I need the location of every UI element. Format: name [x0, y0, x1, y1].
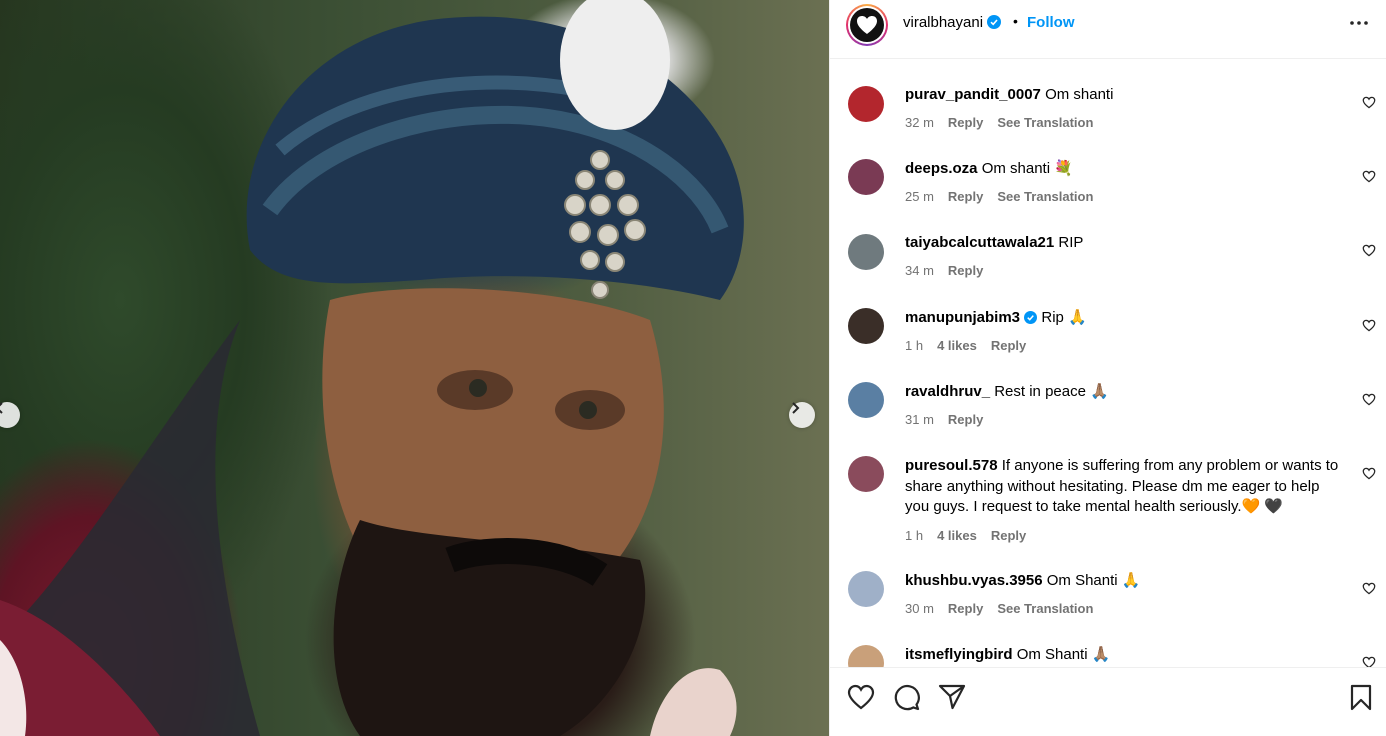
comment-text: purav_pandit_0007 Om shanti: [905, 85, 1345, 106]
author-avatar[interactable]: [846, 4, 888, 46]
comment-time: 30 m: [905, 601, 934, 616]
post-header: viralbhayani • Follow: [830, 0, 1386, 59]
comment-content: Om Shanti 🙏🏽: [1016, 646, 1111, 663]
post-actions-bar: [830, 667, 1386, 736]
comment-icon[interactable]: [893, 684, 920, 711]
comment-content: Om shanti: [1045, 86, 1114, 103]
comment-like-icon[interactable]: [1362, 393, 1376, 411]
send-icon[interactable]: [938, 684, 966, 710]
comment-text: ravaldhruv_ Rest in peace 🙏🏽: [905, 382, 1345, 403]
comment-like-icon[interactable]: [1362, 582, 1376, 600]
author-username[interactable]: viralbhayani: [903, 14, 1002, 33]
commenter-username[interactable]: purav_pandit_0007: [905, 86, 1041, 103]
comment-text: itsmeflyingbird Om Shanti 🙏🏽: [905, 645, 1345, 666]
comment-time: 1 h: [905, 338, 924, 353]
commenter-username[interactable]: itsmeflyingbird: [905, 646, 1013, 663]
comment-like-icon[interactable]: [1362, 467, 1376, 485]
comment-time: 25 m: [905, 189, 934, 204]
comment-meta: 30 m Reply See Translation: [905, 601, 1107, 616]
commenter-username[interactable]: deeps.oza: [905, 160, 978, 177]
commenter-avatar[interactable]: [848, 382, 884, 418]
commenter-avatar[interactable]: [848, 159, 884, 195]
commenter-username[interactable]: ravaldhruv_: [905, 383, 990, 400]
verified-badge-icon: [987, 15, 1002, 33]
comment-meta: 32 m Reply See Translation: [905, 115, 1107, 130]
commenter-avatar[interactable]: [848, 234, 884, 270]
comment-time: 34 m: [905, 263, 934, 278]
separator-dot: •: [1013, 13, 1018, 29]
reply-button[interactable]: Reply: [991, 338, 1026, 353]
more-options-icon[interactable]: [1349, 16, 1369, 35]
reply-button[interactable]: Reply: [948, 189, 983, 204]
reply-button[interactable]: Reply: [948, 115, 983, 130]
commenter-username[interactable]: khushbu.vyas.3956: [905, 572, 1043, 589]
reply-button[interactable]: Reply: [948, 412, 983, 427]
see-translation-button[interactable]: See Translation: [997, 189, 1093, 204]
comment-time: 32 m: [905, 115, 934, 130]
comment-like-icon[interactable]: [1362, 656, 1376, 667]
reply-button[interactable]: Reply: [948, 601, 983, 616]
comment-text: manupunjabim3 Rip 🙏: [905, 308, 1345, 331]
comment-meta: 1 h 4 likes Reply: [905, 338, 1040, 353]
post-panel: viralbhayani • Follow purav_pandit_0007 …: [829, 0, 1386, 736]
see-translation-button[interactable]: See Translation: [997, 601, 1093, 616]
post-media[interactable]: [0, 0, 829, 736]
comment-likes-count[interactable]: 4 likes: [937, 338, 977, 353]
reply-button[interactable]: Reply: [991, 528, 1026, 543]
commenter-avatar[interactable]: [848, 456, 884, 492]
commenter-avatar[interactable]: [848, 308, 884, 344]
commenter-username[interactable]: taiyabcalcuttawala21: [905, 234, 1054, 251]
commenter-username[interactable]: puresoul.578: [905, 457, 998, 474]
comment-content: Rest in peace 🙏🏽: [994, 383, 1109, 400]
comment-likes-count[interactable]: 4 likes: [937, 528, 977, 543]
commenter-avatar[interactable]: [848, 86, 884, 122]
comment-text: taiyabcalcuttawala21 RIP: [905, 233, 1345, 254]
heart-logo-icon: [857, 16, 877, 34]
next-button[interactable]: [789, 402, 815, 428]
comment-meta: 25 m Reply See Translation: [905, 189, 1107, 204]
author-username-text[interactable]: viralbhayani: [903, 14, 983, 31]
reply-button[interactable]: Reply: [948, 263, 983, 278]
comment-like-icon[interactable]: [1362, 319, 1376, 337]
comment-like-icon[interactable]: [1362, 170, 1376, 188]
comment-text: puresoul.578 If anyone is suffering from…: [905, 456, 1345, 518]
comment-time: 31 m: [905, 412, 934, 427]
comment-meta: 1 h 4 likes Reply: [905, 528, 1040, 543]
comment-meta: 34 m Reply: [905, 263, 997, 278]
commenter-avatar[interactable]: [848, 571, 884, 607]
follow-button[interactable]: Follow: [1027, 14, 1075, 31]
comments-list[interactable]: purav_pandit_0007 Om shanti 32 m Reply S…: [830, 60, 1386, 667]
commenter-username[interactable]: manupunjabim3: [905, 309, 1020, 326]
comment-content: Om shanti 💐: [981, 160, 1073, 177]
bookmark-icon[interactable]: [1350, 684, 1372, 711]
comment-content: RIP: [1058, 234, 1084, 251]
commenter-avatar[interactable]: [848, 645, 884, 667]
post-photo: [0, 0, 744, 736]
comment-text: khushbu.vyas.3956 Om Shanti 🙏: [905, 571, 1345, 592]
comment-text: deeps.oza Om shanti 💐: [905, 159, 1345, 180]
comment-like-icon[interactable]: [1362, 244, 1376, 262]
comment-content: Om Shanti 🙏: [1046, 572, 1141, 589]
verified-badge-icon: [1024, 310, 1038, 331]
comment-like-icon[interactable]: [1362, 96, 1376, 114]
comment-meta: 31 m Reply: [905, 412, 997, 427]
comment-content: Rip 🙏: [1041, 309, 1087, 326]
see-translation-button[interactable]: See Translation: [997, 115, 1093, 130]
heart-icon[interactable]: [847, 684, 875, 710]
comment-time: 1 h: [905, 528, 924, 543]
